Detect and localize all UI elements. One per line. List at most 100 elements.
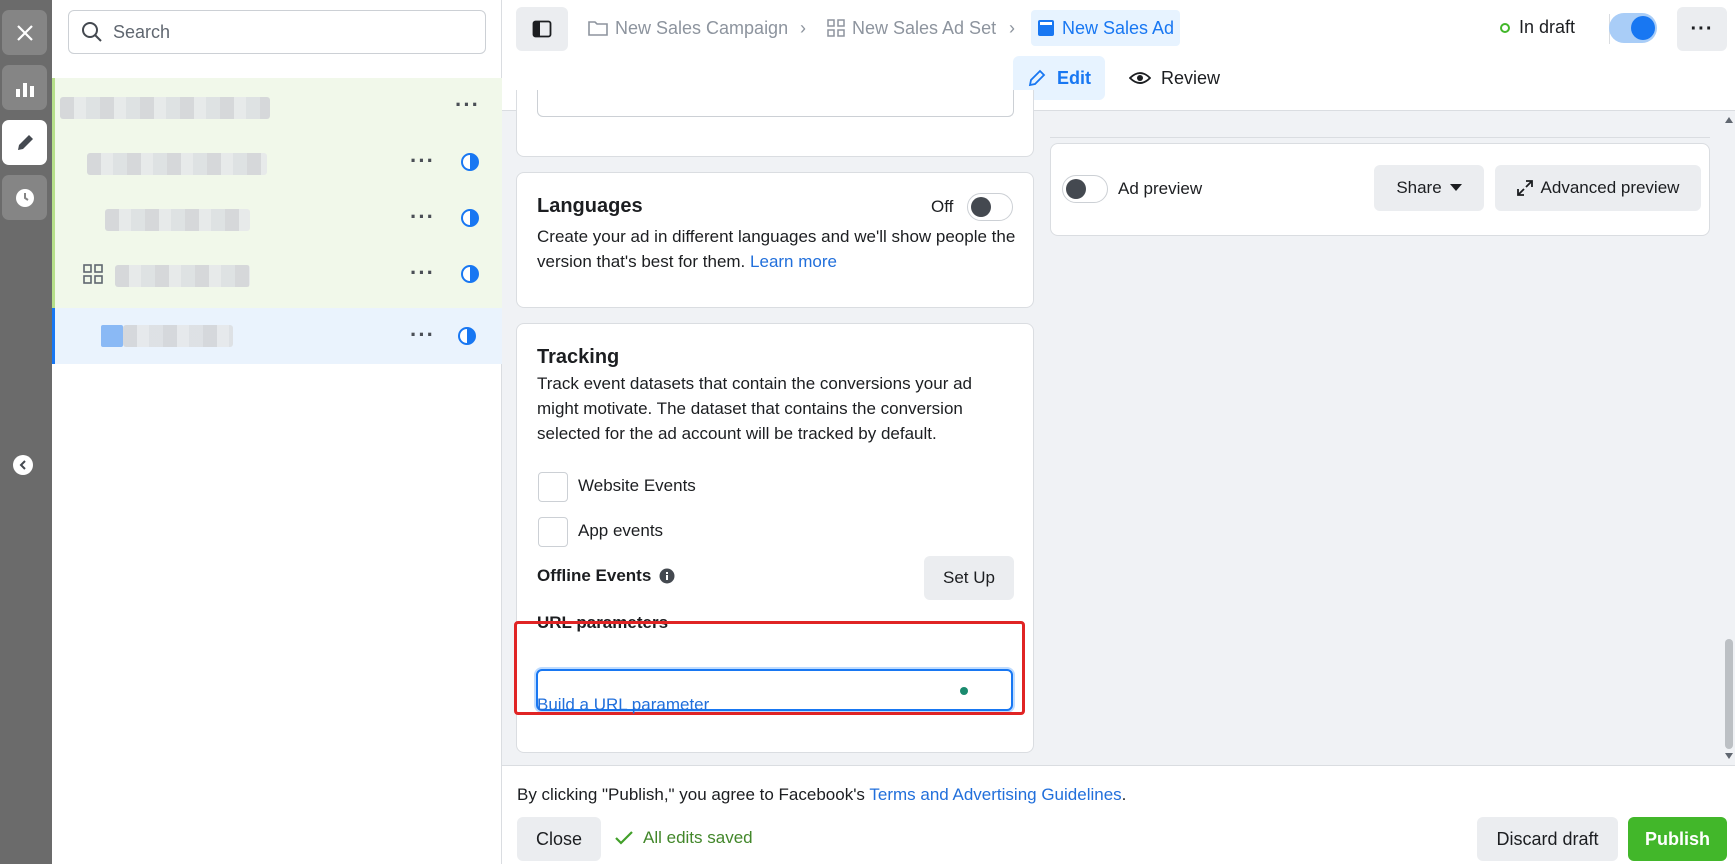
more-options-icon[interactable]: ··· [410, 324, 435, 346]
terms-link[interactable]: Terms and Advertising Guidelines [869, 785, 1121, 804]
languages-toggle[interactable] [967, 193, 1013, 221]
tracking-title: Tracking [537, 346, 620, 368]
sidebar-toggle-button[interactable] [516, 7, 568, 51]
publish-button-label: Publish [1644, 828, 1710, 849]
scroll-thumb[interactable] [1725, 639, 1733, 749]
redacted-campaign-name [60, 97, 270, 119]
advanced-preview-label: Advanced preview [1540, 178, 1680, 197]
ad-preview-toggle[interactable] [1062, 175, 1108, 203]
publish-button[interactable]: Publish [1628, 817, 1727, 861]
edit-mode-button[interactable] [2, 120, 47, 165]
breadcrumb-ad-label: New Sales Ad [1062, 17, 1175, 38]
build-url-parameter-link[interactable]: Build a URL parameter [537, 695, 709, 715]
search-icon [82, 22, 102, 42]
folder-icon [588, 21, 608, 36]
panel-icon [532, 20, 552, 38]
chevron-left-icon [19, 460, 26, 470]
collapse-rail-button[interactable] [13, 455, 33, 475]
more-options-icon[interactable]: ··· [410, 206, 435, 228]
chevron-right-icon: › [800, 18, 806, 38]
more-options-icon: ··· [1690, 17, 1714, 40]
offline-events-label: Offline Events [537, 566, 652, 585]
search-box[interactable] [68, 10, 486, 54]
pencil-icon [1028, 69, 1046, 87]
main-scrollbar[interactable] [1722, 111, 1735, 765]
caret-down-icon [1449, 184, 1462, 191]
close-button-label: Close [535, 828, 583, 849]
breadcrumb-adset[interactable]: New Sales Ad Set [827, 10, 996, 46]
scroll-down-arrow[interactable] [1725, 753, 1733, 759]
scroll-up-arrow[interactable] [1725, 117, 1733, 123]
history-button[interactable] [2, 175, 47, 220]
toggle-knob [1631, 16, 1655, 40]
toggle-knob [1066, 179, 1086, 199]
tree-row-item[interactable]: ··· [55, 190, 505, 246]
languages-card: Languages Off Create your ad in differen… [516, 172, 1034, 308]
grid-icon [827, 19, 845, 37]
more-options-button[interactable]: ··· [1677, 7, 1727, 51]
tab-review[interactable]: Review [1115, 56, 1234, 100]
eye-icon [1129, 72, 1151, 84]
pencil-icon [17, 134, 33, 150]
half-circle-status-icon [461, 265, 479, 283]
discard-draft-label: Discard draft [1496, 828, 1599, 849]
more-options-icon[interactable]: ··· [410, 262, 435, 284]
app-events-checkbox[interactable] [538, 517, 568, 547]
redacted-item-name [87, 153, 267, 175]
previous-section-card [516, 90, 1034, 157]
tree-row-item[interactable]: ··· [55, 134, 505, 190]
info-icon[interactable] [659, 568, 675, 584]
search-input[interactable] [113, 21, 473, 43]
tracking-description: Track event datasets that contain the co… [537, 374, 973, 443]
tab-review-label: Review [1161, 67, 1221, 88]
discard-draft-button[interactable]: Discard draft [1477, 817, 1618, 861]
redacted-ad-name [123, 325, 233, 347]
bar-chart-icon [15, 82, 34, 97]
tree-row-adset[interactable]: ··· [55, 246, 505, 302]
close-icon [16, 24, 33, 41]
languages-title: Languages [537, 195, 643, 217]
clock-icon [15, 188, 34, 207]
more-options-icon[interactable]: ··· [455, 94, 480, 116]
share-button[interactable]: Share [1374, 165, 1484, 211]
languages-description: Create your ad in different languages an… [537, 227, 1016, 271]
offline-events-row: Offline Events [537, 566, 675, 586]
half-circle-status-icon [458, 327, 476, 345]
chevron-right-icon: › [1009, 18, 1015, 38]
advanced-preview-button[interactable]: Advanced preview [1495, 165, 1701, 211]
half-circle-status-icon [461, 153, 479, 171]
reporting-button[interactable] [2, 65, 47, 110]
ad-icon [1038, 20, 1054, 36]
half-circle-status-icon [461, 209, 479, 227]
tree-row-campaign[interactable]: ··· [55, 78, 505, 134]
saved-status-label: All edits saved [643, 828, 753, 847]
publish-agreement: By clicking "Publish," you agree to Face… [517, 785, 1127, 804]
tree-row-ad-selected[interactable]: ··· [52, 308, 502, 364]
breadcrumb-campaign[interactable]: New Sales Campaign [588, 10, 788, 46]
draft-status-dot [1500, 22, 1510, 33]
close-footer-button[interactable]: Close [517, 817, 601, 861]
url-parameters-label: URL parameters [537, 613, 669, 632]
left-nav-rail [0, 0, 52, 864]
breadcrumb-adset-label: New Sales Ad Set [852, 17, 997, 38]
previous-field [537, 90, 1014, 117]
preview-divider [1050, 137, 1710, 138]
set-up-button-label: Set Up [943, 568, 995, 587]
ad-preview-card: Ad preview Share Advanced preview [1050, 143, 1710, 236]
close-button[interactable] [2, 10, 47, 55]
set-up-button[interactable]: Set Up [924, 556, 1014, 600]
breadcrumb-campaign-label: New Sales Campaign [615, 17, 789, 38]
more-options-icon[interactable]: ··· [410, 150, 435, 172]
breadcrumb-ad[interactable]: New Sales Ad [1031, 10, 1181, 46]
campaign-tree-group: ··· ··· ··· ··· [52, 78, 502, 308]
ad-icon [101, 325, 123, 347]
website-events-label: Website Events [578, 476, 696, 495]
languages-toggle-label: Off [931, 197, 954, 216]
website-events-checkbox[interactable] [538, 472, 568, 502]
learn-more-link[interactable]: Learn more [750, 252, 837, 271]
draft-status-label: In draft [1519, 17, 1576, 37]
expand-icon [1516, 180, 1533, 196]
ad-active-toggle[interactable] [1609, 13, 1657, 43]
redacted-adset-name [115, 265, 250, 287]
saved-status: All edits saved [615, 828, 753, 848]
